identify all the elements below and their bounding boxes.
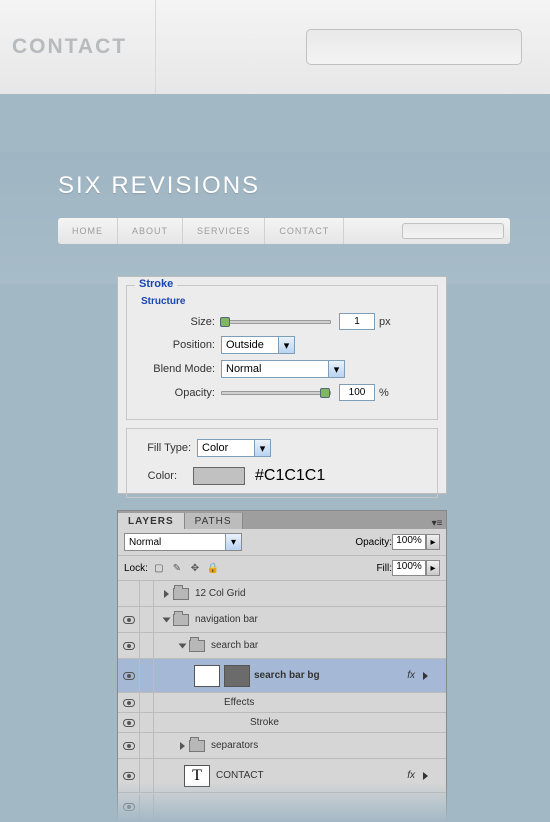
nav-contact[interactable]: CONTACT [265,218,344,244]
layer-row[interactable]: search bar [118,633,446,659]
text-layer-icon: T [184,765,210,787]
layer-thumb [194,665,220,687]
disclosure-icon[interactable] [163,617,171,622]
opacity-slider[interactable] [221,391,331,395]
layer-list: 12 Col Grid navigation bar search bar se… [118,581,446,821]
preview-nav: HOME ABOUT SERVICES CONTACT [58,218,510,244]
color-swatch[interactable] [193,467,245,485]
layer-row[interactable]: 12 Col Grid [118,581,446,607]
folder-icon [189,640,205,652]
opacity-label: Opacity: [137,387,215,399]
filltype-select[interactable]: Color▾ [197,439,271,457]
layer-row[interactable]: navigation bar [118,607,446,633]
fill-flyout-icon[interactable]: ▸ [426,560,440,576]
chevron-down-icon: ▾ [225,534,241,550]
chevron-down-icon: ▾ [278,337,294,353]
fill-input[interactable]: 100% [392,560,426,576]
lock-paint-icon[interactable]: ✎ [170,561,184,575]
color-label: Color: [137,470,177,482]
tab-contact[interactable]: CONTACT [0,0,156,94]
fx-badge: fx [407,770,415,781]
size-label: Size: [137,316,215,328]
size-input[interactable] [339,313,375,330]
structure-legend: Structure [141,296,427,307]
visibility-toggle[interactable] [118,581,140,607]
fill-label: Fill: [376,563,392,574]
size-slider[interactable] [221,320,331,324]
layer-effects-row[interactable]: Effects [118,693,446,713]
fx-badge: fx [407,670,415,681]
lock-move-icon[interactable]: ✥ [188,561,202,575]
mask-thumb [224,665,250,687]
chevron-down-icon: ▾ [254,440,270,456]
disclosure-icon[interactable] [180,742,185,750]
visibility-toggle[interactable] [118,733,140,759]
preview-search-input[interactable] [402,223,504,239]
visibility-toggle[interactable] [118,759,140,793]
folder-icon [173,614,189,626]
nav-about[interactable]: ABOUT [118,218,183,244]
nav-services[interactable]: SERVICES [183,218,265,244]
visibility-toggle[interactable] [118,693,140,713]
visibility-toggle[interactable] [118,794,140,820]
layer-row[interactable]: T CONTACT fx [118,759,446,793]
disclosure-icon[interactable] [179,643,187,648]
top-nav-bar: CONTACT [0,0,550,94]
visibility-toggle[interactable] [118,633,140,659]
layer-blend-select[interactable]: Normal▾ [124,533,242,551]
site-preview: SIX REVISIONS HOME ABOUT SERVICES CONTAC… [0,152,550,284]
layer-opacity-input[interactable]: 100% [392,534,426,550]
layer-row[interactable] [118,793,446,821]
opacity-flyout-icon[interactable]: ▸ [426,534,440,550]
size-unit: px [379,316,391,328]
lock-all-icon[interactable]: 🔒 [206,561,220,575]
position-label: Position: [137,339,215,351]
visibility-toggle[interactable] [118,607,140,633]
tab-paths[interactable]: PATHS [185,513,243,529]
color-hex: #C1C1C1 [255,467,325,485]
visibility-toggle[interactable] [118,713,140,733]
blend-label: Blend Mode: [137,363,215,375]
layer-opacity-label: Opacity: [355,537,392,548]
lock-transparency-icon[interactable]: ▢ [152,561,166,575]
filltype-label: Fill Type: [137,442,191,454]
stroke-legend: Stroke [135,278,177,290]
layer-stroke-row[interactable]: Stroke [118,713,446,733]
folder-icon [173,588,189,600]
nav-home[interactable]: HOME [58,218,118,244]
layer-row[interactable]: separators [118,733,446,759]
position-select[interactable]: Outside▾ [221,336,295,354]
opacity-unit: % [379,387,389,399]
panel-menu-icon[interactable]: ▾≡ [428,518,446,529]
disclosure-icon[interactable] [164,590,169,598]
tab-layers[interactable]: LAYERS [118,513,185,529]
layers-panel: LAYERS PATHS ▾≡ Normal▾ Opacity: 100% ▸ … [117,510,447,822]
lock-label: Lock: [124,563,148,574]
visibility-toggle[interactable] [118,659,140,693]
opacity-input[interactable] [339,384,375,401]
folder-icon [189,740,205,752]
site-title: SIX REVISIONS [58,172,550,200]
stroke-dialog: Stroke Structure Size: px Position: Outs… [117,276,447,494]
blend-select[interactable]: Normal▾ [221,360,345,378]
chevron-down-icon: ▾ [328,361,344,377]
layer-row-selected[interactable]: search bar bg fx [118,659,446,693]
search-input[interactable] [306,29,522,65]
